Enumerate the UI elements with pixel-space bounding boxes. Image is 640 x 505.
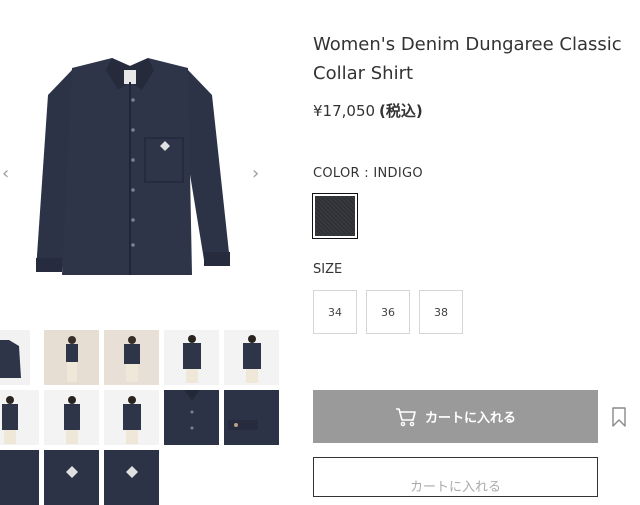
thumbnail[interactable] — [44, 450, 99, 505]
color-swatch-indigo[interactable] — [312, 193, 358, 239]
secondary-action-button[interactable]: カートに入れる — [313, 457, 598, 497]
gallery-prev-arrow[interactable]: ‹ — [2, 165, 9, 183]
size-option-34[interactable]: 34 — [313, 290, 357, 334]
size-option-38[interactable]: 38 — [419, 290, 463, 334]
gallery-next-arrow[interactable]: › — [252, 165, 259, 183]
thumbnail[interactable] — [104, 450, 159, 505]
product-main-image: ‹ › — [0, 0, 278, 320]
price-value: ¥17,050 — [313, 102, 376, 120]
thumbnail[interactable] — [44, 390, 99, 445]
color-label: COLOR : INDIGO — [313, 166, 423, 181]
thumbnail[interactable] — [164, 390, 219, 445]
thumbnail[interactable] — [44, 330, 99, 385]
thumbnail[interactable] — [104, 390, 159, 445]
thumbnail[interactable] — [104, 330, 159, 385]
shirt-image — [36, 58, 230, 275]
product-price: ¥17,050 (税込) — [313, 100, 423, 121]
product-title: Women's Denim Dungaree Classic Collar Sh… — [313, 34, 622, 84]
bookmark-icon[interactable] — [611, 407, 627, 427]
thumbnail[interactable] — [224, 330, 279, 385]
secondary-action-label: カートに入れる — [409, 480, 501, 495]
thumbnail[interactable] — [0, 390, 39, 445]
size-label: SIZE — [313, 262, 343, 277]
thumbnail[interactable] — [164, 330, 219, 385]
swatch-fill — [315, 196, 355, 236]
add-to-cart-label: カートに入れる — [424, 410, 516, 425]
tax-note: (税込) — [379, 102, 423, 120]
add-to-cart-button[interactable]: カートに入れる — [313, 390, 598, 443]
thumbnail-gallery — [0, 330, 282, 505]
cart-icon — [395, 407, 416, 426]
thumbnail[interactable] — [224, 390, 279, 445]
size-option-36[interactable]: 36 — [366, 290, 410, 334]
thumbnail[interactable] — [0, 450, 39, 505]
thumbnail[interactable] — [0, 330, 30, 385]
